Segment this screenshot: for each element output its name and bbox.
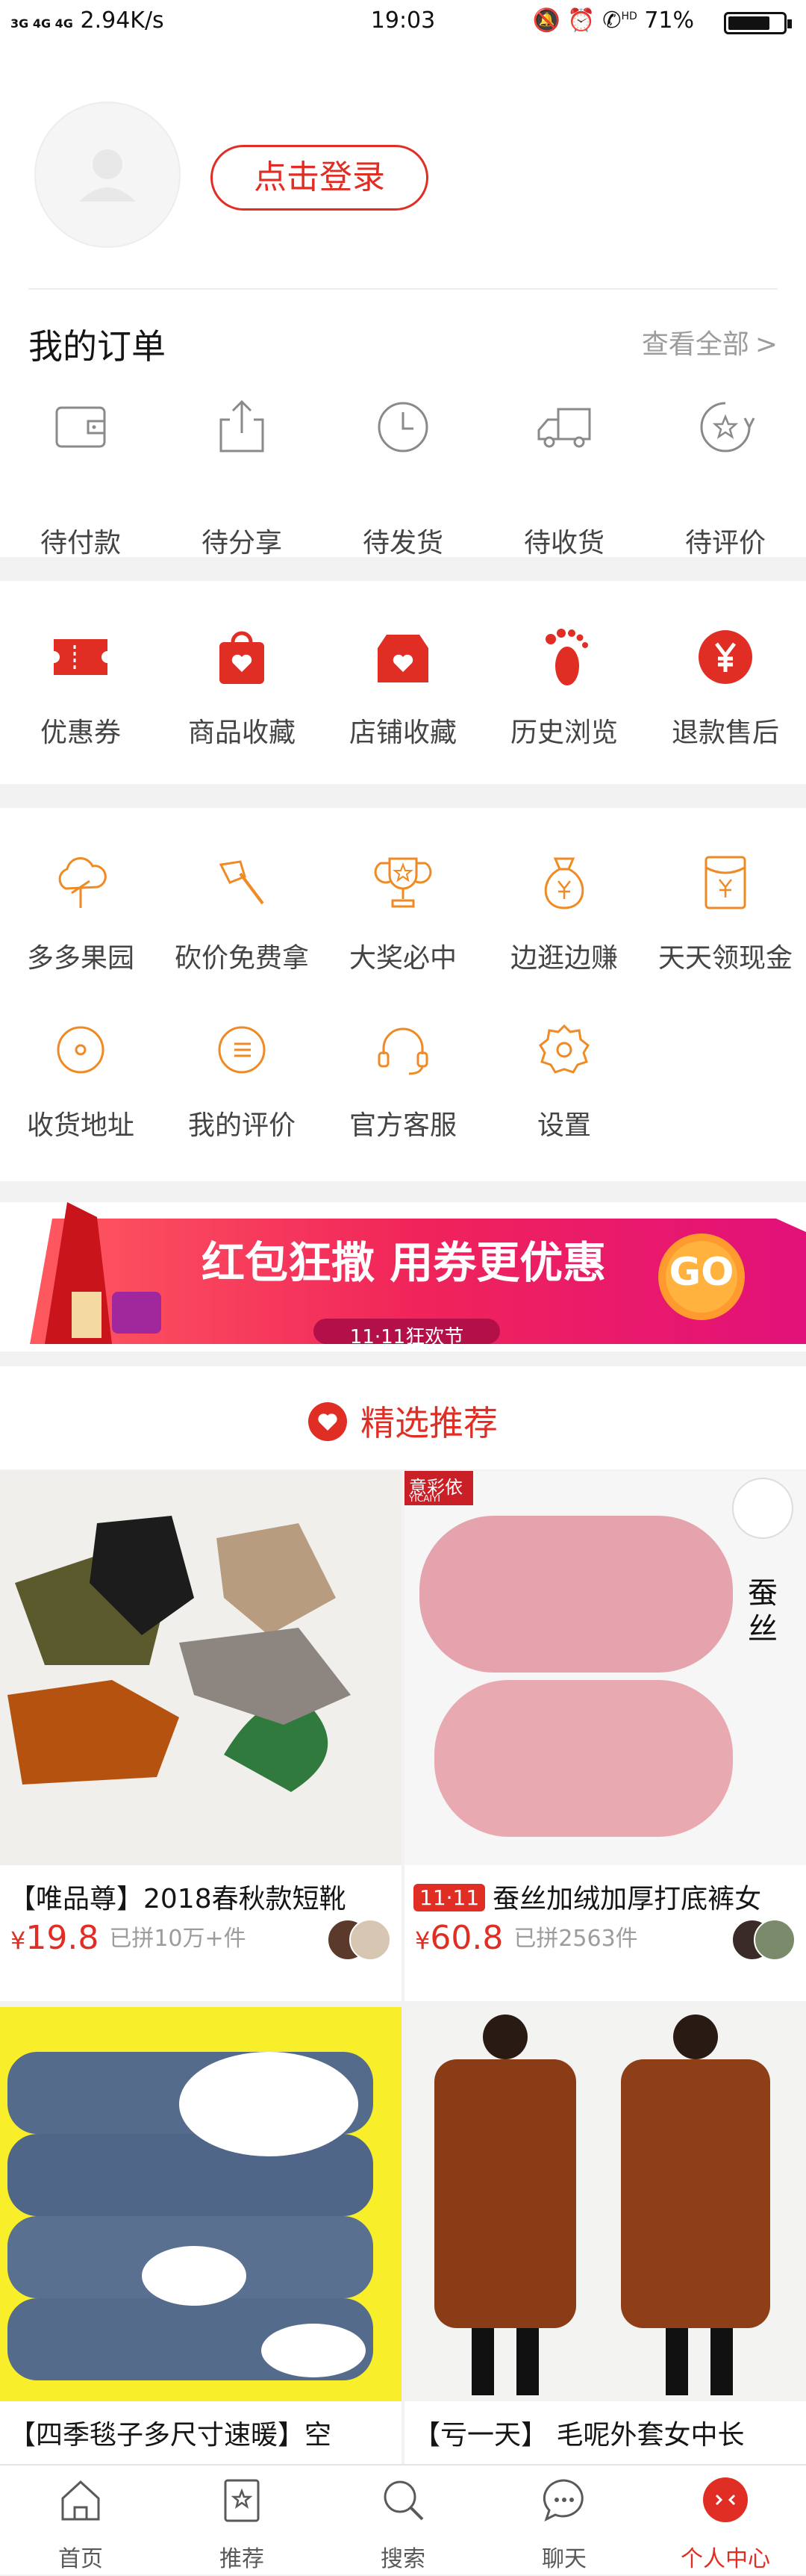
double-eleven-badge: 11·11 [413,1884,486,1911]
product-name: 【四季毯子多尺寸速暖】空 [9,2420,332,2451]
product-image-coat [404,2007,806,2401]
review-icon [700,402,755,452]
favorites-section: 优惠券 商品收藏 店铺收藏 历史浏览 退款售后 [0,581,806,784]
product-card[interactable]: 【亏一天】 毛呢外套女中长 [404,2007,806,2464]
promo-banner[interactable]: 红包狂撒 用券更优惠 11·11狂欢节 GO [0,1202,806,1351]
tab-home[interactable]: 首页 [0,2465,161,2576]
tab-profile[interactable]: 个人中心 [645,2465,806,2576]
product-image-boots [0,1471,402,1865]
default-user-icon [79,149,136,202]
product-card[interactable]: 【唯品尊】2018春秋款短靴 ¥19.8 已拼10万+件 [0,1471,402,2001]
product-price: 60.8 [430,1919,504,1957]
truck-icon [537,408,591,448]
product-card[interactable]: 【四季毯子多尺寸速暖】空 [0,2007,402,2464]
share-icon [219,399,264,452]
profile-icon [703,2477,748,2522]
login-button[interactable]: 点击登录 [210,145,428,211]
product-name: 【亏一天】 毛呢外套女中长 [413,2420,745,2451]
product-image-blanket [0,2007,402,2401]
product-name: 蚕丝加绒加厚打底裤女 [493,1884,762,1914]
headset-icon [378,1027,428,1075]
tab-chat[interactable]: 聊天 [484,2465,645,2576]
banner-go-button[interactable]: GO [658,1250,745,1295]
product-name: 【唯品尊】2018春秋款短靴 [9,1884,346,1914]
product-image-leggings [404,1471,806,1865]
hd-call-icon: ✆HD [602,7,637,34]
wallet-icon [55,406,106,448]
banner-subtitle: 11·11狂欢节 [349,1326,464,1348]
battery-percent: 71% [644,7,694,34]
brand-logo-sub: YICAIYI [409,1493,440,1504]
axe-icon [219,860,264,905]
chat-icon [543,2479,584,2521]
buyer-avatars [731,1919,796,1961]
avatar[interactable] [34,102,181,248]
buyer-avatars [327,1919,391,1961]
tab-recommend[interactable]: 推荐 [161,2465,322,2576]
trophy-icon [374,857,432,908]
home-icon [61,2480,100,2521]
product-tag: 蚕丝 [748,1576,778,1646]
orders-title: 我的订单 [28,326,166,367]
gear-icon [539,1024,590,1074]
coupon-icon [54,639,107,675]
recommend-title: 精选推荐 [360,1403,498,1443]
product-card[interactable]: 意彩依 YICAIYI 蚕丝 11·11 蚕丝加绒加厚打底裤女 ¥60.8 已拼25… [404,1471,806,2001]
banner-headline: 红包狂撒 用券更优惠 [202,1237,607,1288]
tab-search[interactable]: 搜索 [322,2465,484,2576]
divider [28,288,778,290]
location-icon [57,1026,104,1074]
tree-icon [58,857,107,908]
yen-icon [699,630,752,684]
bottom-tab-bar: 首页 推荐 搜索 聊天 个人中心 [0,2464,806,2575]
footprint-icon [546,629,588,685]
sold-count: 已拼2563件 [513,1926,638,1952]
comment-icon [218,1026,266,1074]
clock-icon [378,402,428,452]
view-all-orders-link[interactable]: 查看全部 > [642,323,778,361]
orders-row: 待付款 待分享 待发货 待收货 待评价 [0,393,806,559]
recommend-header: 精选推荐 [0,1366,806,1469]
profile-header: 点击登录 我的订单 查看全部 > 待付款 待分享 待发货 待收货 待评价 [0,42,806,559]
status-bar: 3G 4G 4G 2.94K/s 19:03 🔕 ⏰ ✆HD 71% [0,0,806,42]
heart-icon [308,1402,347,1441]
product-price: 19.8 [25,1919,99,1957]
services-section: 多多果园 砍价免费拿 大奖必中 边逛边赚 天天领现金 收货地址 我的评价 官方客… [0,808,806,1181]
recommend-icon [224,2479,260,2522]
money-bag-icon [544,857,584,909]
mute-icon: 🔕 [532,7,560,34]
bag-heart-icon [219,631,264,684]
chevron-right-icon: > [755,329,778,360]
search-icon [384,2480,424,2521]
battery-icon [724,12,792,34]
red-envelope-icon [705,856,746,909]
sold-count: 已拼10万+件 [109,1926,246,1952]
alarm-icon: ⏰ [567,7,596,34]
store-heart-icon [378,635,428,682]
